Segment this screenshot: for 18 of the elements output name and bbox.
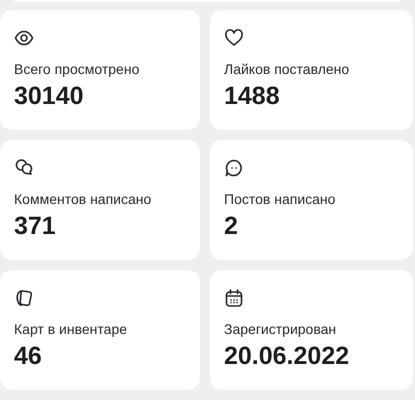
calendar-icon <box>224 288 244 308</box>
stat-label: Карт в инвентаре <box>14 321 128 337</box>
heart-icon <box>224 28 244 48</box>
stat-value: 20.06.2022 <box>224 342 350 371</box>
chat-bubbles-icon <box>14 158 34 178</box>
stat-label: Зарегистрирован <box>224 321 336 337</box>
stat-label: Постов написано <box>224 191 336 207</box>
cards-icon <box>14 288 34 308</box>
stat-value: 371 <box>14 212 56 241</box>
eye-icon <box>14 28 34 48</box>
stat-label: Комментов написано <box>14 191 152 207</box>
stat-value: 1488 <box>224 82 280 111</box>
message-icon <box>224 158 244 178</box>
stat-label: Лайков поставлено <box>224 61 350 77</box>
stat-value: 30140 <box>14 82 84 111</box>
stat-label: Всего просмотрено <box>14 61 140 77</box>
stat-value: 2 <box>224 212 238 241</box>
stat-value: 46 <box>14 342 42 371</box>
